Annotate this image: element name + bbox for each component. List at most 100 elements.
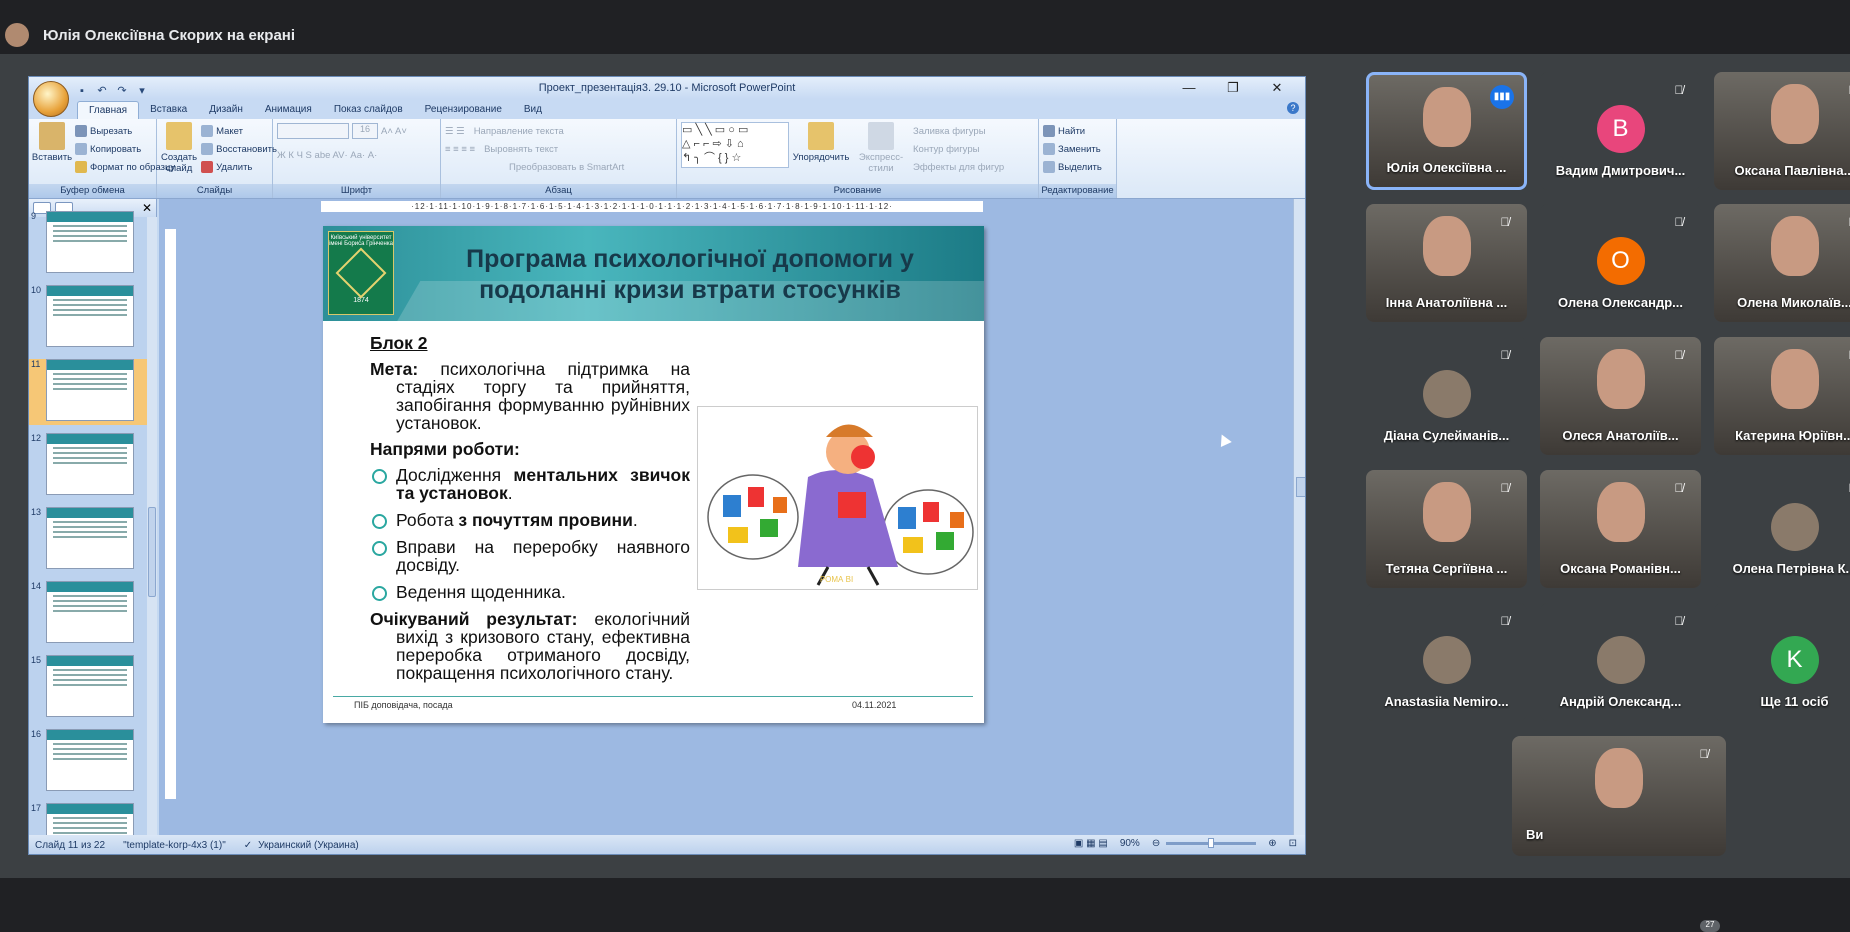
thumbnail-preview (46, 581, 134, 643)
slide-title[interactable]: Програма психологічної допомоги у подола… (405, 244, 975, 306)
slide-body[interactable]: Блок 2 Мета: психологічна підтримка на с… (370, 334, 690, 690)
participant-avatar: K (1770, 636, 1819, 684)
mic-off-icon: 🎙̸ (1500, 215, 1510, 229)
mic-off-icon: 🎙̸ (1699, 747, 1709, 761)
save-icon[interactable]: ▪ (75, 80, 89, 97)
delete-slide-button[interactable]: Удалить (201, 158, 277, 176)
scroll-thumb[interactable] (1296, 477, 1305, 497)
tab-view[interactable]: Вид (513, 101, 553, 119)
group-label: Слайды (157, 184, 272, 198)
tab-insert[interactable]: Вставка (139, 101, 198, 119)
shape-fill-button[interactable]: Заливка фигуры (913, 122, 1004, 140)
zoom-level[interactable]: 90% (1120, 838, 1140, 849)
participant-tile[interactable]: 🎙̸ Олена Миколаїв... (1714, 204, 1850, 322)
participant-tile[interactable]: 🎙̸ Катерина Юріївн... (1714, 337, 1850, 455)
close-button[interactable]: ✕ (1255, 77, 1299, 99)
grow-font-icon[interactable]: A˄ A˅ (381, 126, 407, 137)
participant-tile[interactable]: О 🎙̸ Олена Олександр... (1540, 204, 1701, 322)
arrange-icon (808, 122, 834, 150)
thumbnail-number: 16 (31, 729, 42, 739)
bullets-icon[interactable]: ☰ ☰ (445, 126, 465, 137)
slide-thumbnail[interactable]: 15 (29, 655, 147, 721)
participant-tile[interactable]: 🎙̸ Тетяна Сергіївна ... (1366, 470, 1527, 588)
slide-thumbnail[interactable]: 9 (29, 211, 147, 277)
tab-animation[interactable]: Анимация (254, 101, 323, 119)
tab-home[interactable]: Главная (77, 101, 140, 119)
spellcheck-icon[interactable]: ✓ (244, 840, 252, 851)
shapes-gallery[interactable]: ▭ ╲ ╲ ▭ ○ ▭ △ ⌐ ⌐ ⇨ ⇩ ⌂ ↰ ╮ ⌒ { } ☆ (681, 122, 789, 168)
reset-button[interactable]: Восстановить (201, 140, 277, 158)
mic-off-icon: 🎙̸ (1674, 83, 1684, 97)
participant-tile[interactable]: 🎙̸ Ви (1512, 736, 1726, 856)
shape-effects-button[interactable]: Эффекты для фигур (913, 158, 1004, 176)
text-direction-button[interactable]: Направление текста (474, 126, 564, 137)
participant-name: Олена Миколаїв... (1737, 295, 1850, 310)
slide-thumbnail[interactable]: 12 (29, 433, 147, 499)
participant-tile[interactable]: 🎙̸ Інна Анатоліївна ... (1366, 204, 1527, 322)
customize-qat-icon[interactable]: ▾ (135, 80, 149, 97)
participant-video (1770, 349, 1819, 409)
participant-tile[interactable]: 🎙̸ Оксана Романівн... (1540, 470, 1701, 588)
slide-thumbnail[interactable]: 14 (29, 581, 147, 647)
slide-thumbnail[interactable]: 16 (29, 729, 147, 795)
slide-thumbnail[interactable]: 13 (29, 507, 147, 573)
university-logo: Київський університет імені Бориса Грінч… (328, 231, 394, 315)
editor-scrollbar[interactable] (1293, 199, 1305, 835)
slide[interactable]: Київський університет імені Бориса Грінч… (323, 226, 984, 723)
replace-button[interactable]: Заменить (1043, 140, 1112, 158)
quick-styles-button[interactable]: Экспресс-стили (853, 122, 909, 176)
slide-thumbnail[interactable]: 11 (29, 359, 147, 425)
participant-tile[interactable]: ▮▮▮ Юлія Олексіївна ... (1366, 72, 1527, 190)
participant-tile[interactable]: 🎙̸ Олена Петрівна К... (1714, 470, 1850, 588)
zoom-out-icon[interactable]: ⊖ (1152, 838, 1160, 849)
new-slide-button[interactable]: Создать слайд (161, 122, 197, 176)
thumbnail-preview (46, 285, 134, 347)
tab-slideshow[interactable]: Показ слайдов (323, 101, 414, 119)
align-text-button[interactable]: Выровнять текст (484, 144, 558, 155)
align-icons[interactable]: ≡ ≡ ≡ ≡ (445, 144, 475, 155)
participant-name: Вадим Дмитрович... (1555, 163, 1686, 178)
font-size-field[interactable]: 16 (352, 123, 378, 139)
participant-count-badge[interactable]: 27 (1700, 920, 1720, 932)
redo-icon[interactable]: ↷ (115, 80, 129, 97)
language[interactable]: Украинский (Украина) (258, 840, 359, 851)
zoom-in-icon[interactable]: ⊕ (1268, 838, 1276, 849)
participant-tile[interactable]: В 🎙̸ Вадим Дмитрович... (1540, 72, 1701, 190)
maximize-button[interactable]: ❐ (1211, 77, 1255, 99)
layout-button[interactable]: Макет (201, 122, 277, 140)
scroll-thumb[interactable] (148, 507, 156, 597)
undo-icon[interactable]: ↶ (95, 80, 109, 97)
participant-tile[interactable]: 🎙̸ Олеся Анатоліїв... (1540, 337, 1701, 455)
view-buttons[interactable]: ▣ ▦ ▤ (1074, 838, 1108, 849)
mic-off-icon: 🎙̸ (1674, 481, 1684, 495)
zoom-slider[interactable] (1166, 838, 1257, 848)
paste-button[interactable]: Вставить (32, 122, 72, 176)
help-icon[interactable]: ? (1287, 102, 1299, 114)
group-editing: Найти Заменить Выделить Редактирование (1039, 119, 1117, 198)
participant-name: Олена Петрівна К... (1732, 561, 1850, 576)
participant-video (1770, 84, 1819, 144)
tab-design[interactable]: Дизайн (198, 101, 254, 119)
participant-tile[interactable]: K Ще 11 осіб (1714, 603, 1850, 721)
participant-tile[interactable]: 🎙̸ Anastasiia Nemiro... (1366, 603, 1527, 721)
slide-counter: Слайд 11 из 22 (35, 840, 106, 851)
select-button[interactable]: Выделить (1043, 158, 1112, 176)
minimize-button[interactable]: — (1167, 77, 1211, 99)
smartart-button[interactable]: Преобразовать в SmartArt (509, 162, 624, 173)
thumbnails-scrollbar[interactable] (147, 217, 157, 835)
participant-video (1596, 482, 1645, 542)
slide-thumbnail[interactable]: 10 (29, 285, 147, 351)
participant-tile[interactable]: 🎙̸ Діана Сулейманів... (1366, 337, 1527, 455)
layout-icon (201, 125, 214, 137)
tab-review[interactable]: Рецензирование (414, 101, 513, 119)
fit-window-icon[interactable]: ⊡ (1289, 838, 1297, 849)
font-name-field[interactable] (277, 123, 349, 139)
shape-outline-button[interactable]: Контур фигуры (913, 140, 1004, 158)
office-button[interactable] (33, 81, 69, 117)
find-button[interactable]: Найти (1043, 122, 1112, 140)
arrange-button[interactable]: Упорядочить (793, 122, 849, 176)
illustration-image[interactable]: РОМА ВІ (697, 406, 978, 590)
font-format-buttons[interactable]: Ж К Ч S abe AV· Аа· А· (277, 146, 436, 164)
participant-tile[interactable]: 🎙̸ Оксана Павлівна... (1714, 72, 1850, 190)
participant-tile[interactable]: 🎙̸ Андрій Олександ... (1540, 603, 1701, 721)
